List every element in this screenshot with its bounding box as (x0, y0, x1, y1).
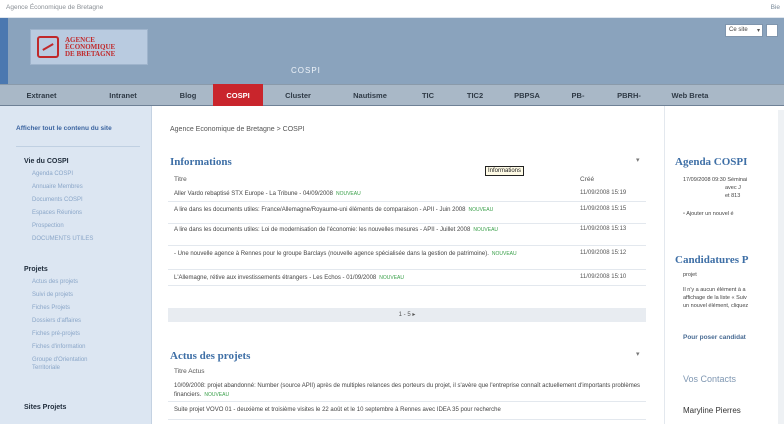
nav-item[interactable]: Documents COSPI (32, 197, 83, 203)
nav-item[interactable]: Fiches Projets (32, 305, 70, 311)
site-subtitle: COSPI (291, 66, 321, 75)
column-title[interactable]: Titre (174, 176, 187, 183)
nav-item[interactable]: Groupe d'Orientation (32, 357, 88, 363)
nav-section-title[interactable]: Vie du COSPI (24, 158, 69, 165)
logo-text: AGENCE ÉCONOMIQUE DE BRETAGNE (65, 35, 116, 58)
table-row[interactable]: - Une nouvelle agence à Rennes pour le g… (168, 248, 646, 270)
new-badge: NOUVEAU (473, 227, 499, 233)
top-bar: Agence Économique de Bretagne Bie (0, 0, 784, 18)
show-all-content-link[interactable]: Afficher tout le contenu du site (16, 124, 138, 133)
apply-project-link[interactable]: Pour poser candidat (683, 334, 746, 341)
tab-pbpsa[interactable]: PBPSA (501, 84, 553, 106)
nav-item[interactable]: Fiches d'information (32, 344, 86, 350)
table-row[interactable]: A lire dans les documents utiles: France… (168, 204, 646, 224)
tab-nautisme[interactable]: Nautisme (333, 84, 407, 106)
tab-intranet[interactable]: Intranet (83, 84, 163, 106)
tab-pbrh[interactable]: PBRH- (603, 84, 655, 106)
row-title[interactable]: A lire dans les documents utiles: France… (174, 206, 564, 215)
top-right-text[interactable]: Bie (771, 4, 780, 11)
webpart-menu-icon[interactable]: ▾ (636, 156, 640, 164)
new-badge: NOUVEAU (204, 392, 230, 398)
breadcrumb[interactable]: Agence Economique de Bretagne > COSPI (170, 126, 304, 133)
list-item[interactable]: Suite projet VOVO 01 - deuxième et trois… (168, 404, 646, 420)
agenda-entry[interactable]: 17/09/2008 09:30 Séminai avec J et 813 (683, 176, 781, 200)
tab-pb[interactable]: PB- (553, 84, 603, 106)
tab-cluster[interactable]: Cluster (263, 84, 333, 106)
table-row[interactable]: A lire dans les documents utiles: Loi de… (168, 224, 646, 246)
nav-item[interactable]: Suivi de projets (32, 292, 73, 298)
chevron-down-icon: ▾ (756, 28, 760, 34)
nav-section-title[interactable]: Projets (24, 266, 48, 273)
nav-item[interactable]: Prospection (32, 223, 64, 229)
nav-item[interactable]: Espaces Réunions (32, 210, 82, 216)
table-row[interactable]: Aller Vardo rebaptisé STX Europe - La Tr… (168, 188, 646, 202)
row-date: 11/09/2008 15:10 (580, 274, 627, 280)
new-badge: NOUVEAU (491, 251, 517, 257)
row-date: 11/09/2008 15:19 (580, 190, 627, 196)
nav-item[interactable]: DOCUMENTS UTILES (32, 236, 93, 242)
search-input[interactable] (766, 24, 778, 37)
new-badge: NOUVEAU (468, 207, 494, 213)
candidatures-empty-text: Il n'y a aucun élément à a affichage de … (683, 287, 749, 309)
nav-item[interactable]: Actus des projets (32, 279, 78, 285)
row-date: 11/09/2008 15:12 (580, 250, 627, 256)
candidatures-title[interactable]: Candidatures P (675, 254, 748, 266)
row-title[interactable]: L'Allemagne, rétive aux investissements … (174, 274, 564, 283)
row-date: 11/09/2008 15:15 (580, 206, 627, 212)
search-scope-select[interactable]: Ce site ▾ (725, 24, 763, 37)
left-navigation: Afficher tout le contenu du site Vie du … (0, 106, 152, 424)
nav-section-title[interactable]: Sites Projets (24, 404, 66, 411)
nav-item[interactable]: Agenda COSPI (32, 171, 73, 177)
table-row[interactable]: L'Allemagne, rétive aux investissements … (168, 272, 646, 286)
row-title[interactable]: - Une nouvelle agence à Rennes pour le g… (174, 250, 564, 259)
nav-item[interactable]: Dossiers d'affaires (32, 318, 81, 324)
new-badge: NOUVEAU (379, 275, 404, 281)
site-name[interactable]: Agence Économique de Bretagne (6, 4, 103, 11)
nav-item[interactable]: Fiches pré-projets (32, 331, 80, 337)
row-title[interactable]: Aller Vardo rebaptisé STX Europe - La Tr… (174, 190, 564, 199)
pager[interactable]: 1 - 5 ▸ (168, 308, 646, 322)
tooltip: Informations (485, 166, 525, 176)
logo-mark-icon (37, 36, 59, 58)
column-created[interactable]: Créé (580, 176, 594, 183)
tab-tic[interactable]: TIC (407, 84, 449, 106)
search-area: Ce site ▾ (725, 24, 778, 37)
actus-text[interactable]: Suite projet VOVO 01 - deuxième et trois… (174, 406, 644, 415)
webpart-menu-icon[interactable]: ▾ (636, 350, 640, 358)
site-header: AGENCE ÉCONOMIQUE DE BRETAGNE COSPI Ce s… (0, 18, 784, 84)
right-column: Agenda COSPI 17/09/2008 09:30 Séminai av… (664, 106, 784, 424)
candidatures-column[interactable]: projet (683, 271, 781, 279)
add-agenda-item[interactable]: ▫ Ajouter un nouvel é (683, 210, 781, 218)
tab-cospi[interactable]: COSPI (213, 84, 263, 106)
tab-extranet[interactable]: Extranet (0, 84, 83, 106)
actus-text[interactable]: 10/09/2008: projet abandonné: Number (so… (174, 382, 644, 400)
tab-web-breta[interactable]: Web Breta (655, 84, 725, 106)
nav-item[interactable]: Territoriale (32, 365, 60, 371)
row-date: 11/09/2008 15:13 (580, 226, 627, 232)
contact-name[interactable]: Maryline Pierres (683, 406, 741, 415)
contacts-title: Vos Contacts (683, 374, 737, 384)
column-title-actus[interactable]: Titre Actus (174, 368, 204, 375)
agenda-title[interactable]: Agenda COSPI (675, 156, 747, 168)
tab-blog[interactable]: Blog (163, 84, 213, 106)
new-badge: NOUVEAU (335, 191, 361, 197)
agency-logo[interactable]: AGENCE ÉCONOMIQUE DE BRETAGNE (30, 29, 148, 65)
list-item[interactable]: 10/09/2008: projet abandonné: Number (so… (168, 380, 646, 402)
nav-item[interactable]: Annuaire Membres (32, 184, 83, 190)
top-nav-tabs: Extranet Intranet Blog COSPI Cluster Nautisme… (0, 84, 784, 106)
informations-title[interactable]: Informations (170, 156, 232, 168)
actus-title[interactable]: Actus des projets (170, 350, 250, 362)
divider (16, 146, 140, 147)
scrollbar[interactable] (778, 110, 784, 424)
row-title[interactable]: A lire dans les documents utiles: Loi de… (174, 226, 564, 235)
tab-tic2[interactable]: TIC2 (449, 84, 501, 106)
